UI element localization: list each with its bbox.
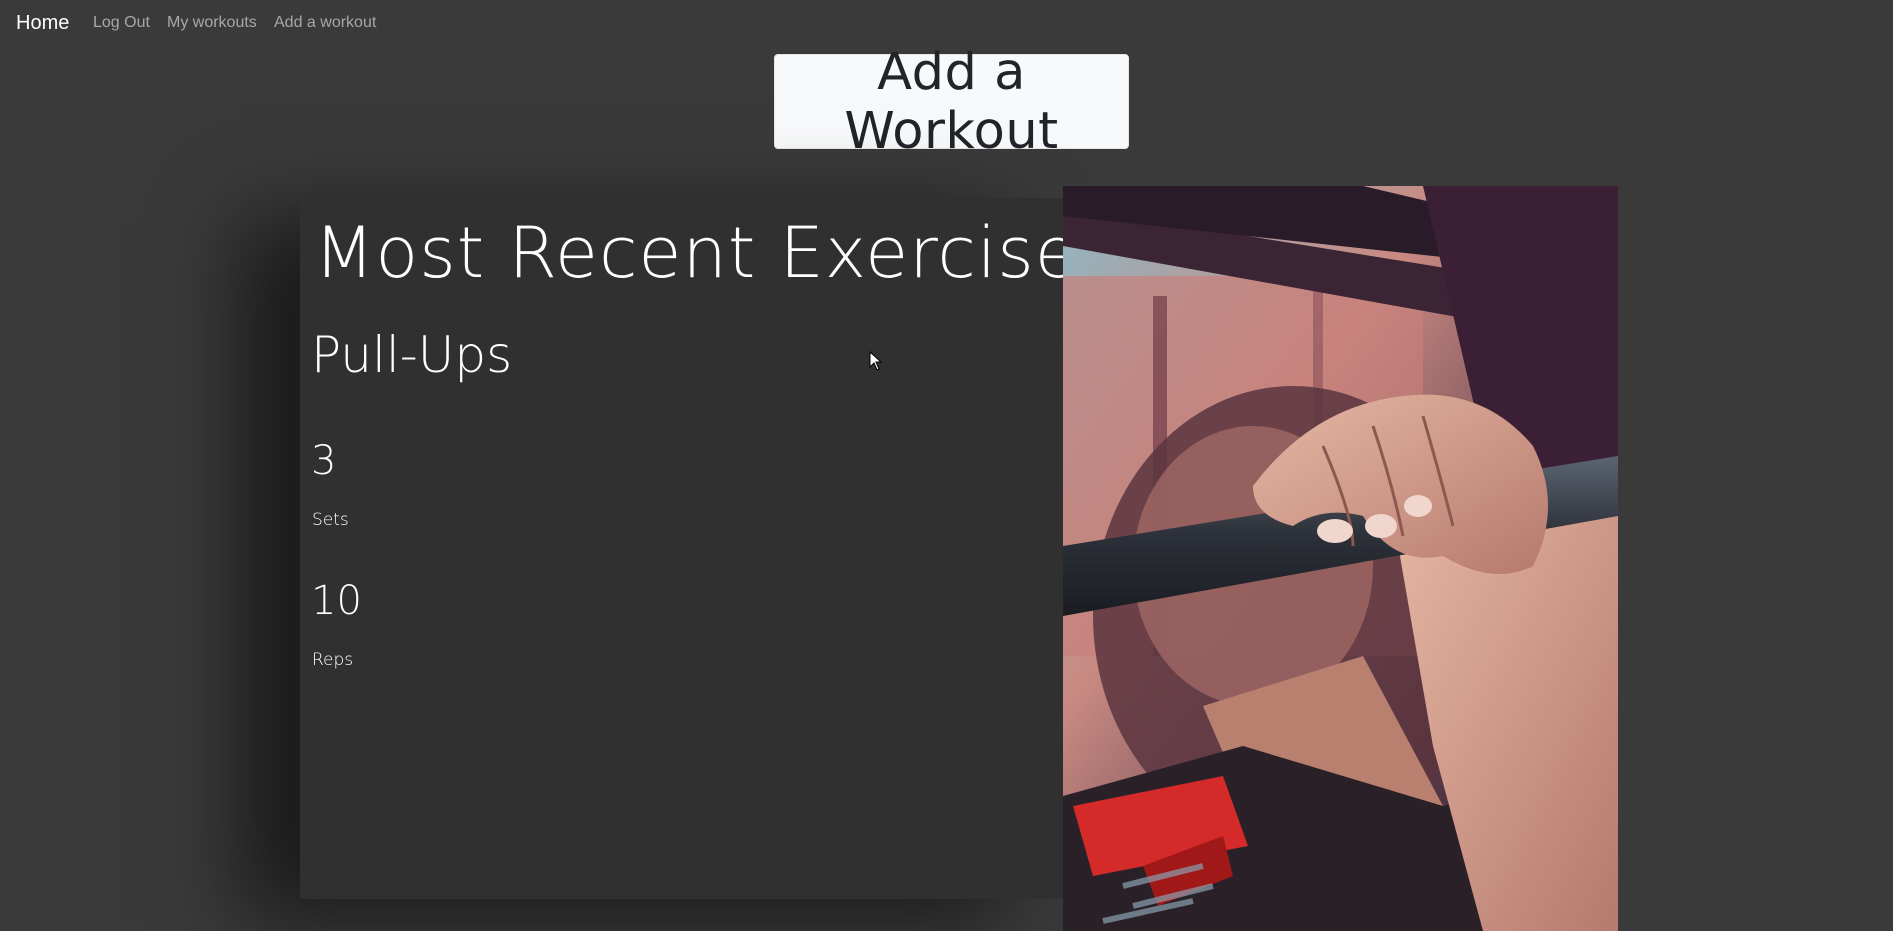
reps-label: Reps: [312, 650, 354, 670]
pull-up-photo: [1063, 186, 1618, 931]
nav-link-my-workouts[interactable]: My workouts: [167, 14, 257, 32]
nav-brand-home[interactable]: Home: [16, 12, 69, 35]
sets-value: 3: [311, 438, 337, 484]
mouse-cursor-icon: [869, 351, 883, 371]
sets-label: Sets: [312, 510, 349, 530]
nav-link-log-out[interactable]: Log Out: [93, 14, 150, 32]
navbar: Home Log Out My workouts Add a workout: [0, 0, 1893, 46]
card-title: Most Recent Exercise: [314, 212, 1079, 294]
nav-link-add-a-workout[interactable]: Add a workout: [274, 14, 376, 32]
recent-exercise-card: Most Recent Exercise Pull-Ups 3 Sets 10 …: [300, 198, 1078, 899]
add-workout-button[interactable]: Add a Workout: [774, 43, 1129, 161]
reps-value: 10: [311, 578, 362, 624]
exercise-name: Pull-Ups: [311, 326, 513, 384]
pull-up-photo-illustration: [1063, 186, 1618, 931]
